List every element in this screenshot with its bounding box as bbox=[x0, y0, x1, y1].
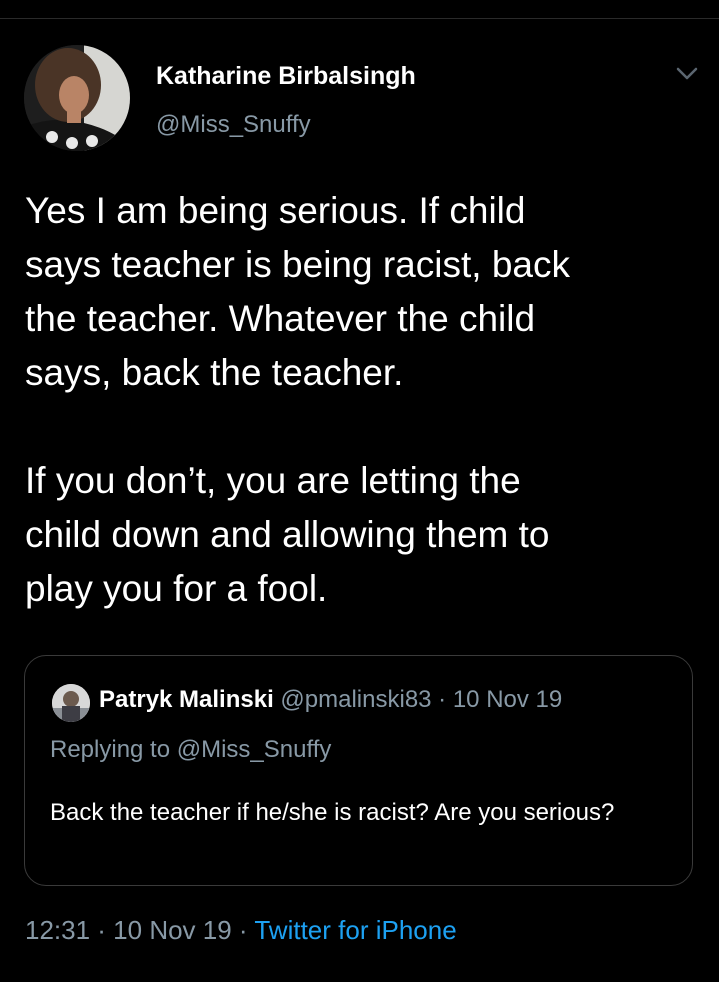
author-handle[interactable]: @Miss_Snuffy bbox=[156, 111, 311, 139]
quote-author-avatar[interactable] bbox=[52, 684, 90, 722]
more-options-button[interactable] bbox=[671, 58, 703, 90]
author-avatar-image bbox=[24, 45, 130, 151]
quoted-tweet-card[interactable]: Patryk Malinski @pmalinski83 · 10 Nov 19… bbox=[24, 655, 693, 886]
quote-header: Patryk Malinski @pmalinski83 · 10 Nov 19 bbox=[99, 686, 562, 714]
quote-replying-to: Replying to @Miss_Snuffy bbox=[50, 736, 332, 763]
tweet-text: Yes I am being serious. If child says te… bbox=[25, 184, 705, 616]
quote-meta: @pmalinski83 · 10 Nov 19 bbox=[273, 686, 563, 713]
author-name[interactable]: Katharine Birbalsingh bbox=[156, 62, 416, 90]
footer-separator: · bbox=[231, 915, 255, 945]
top-divider bbox=[0, 18, 719, 19]
tweet-timestamp[interactable]: 12:31 · 10 Nov 19 bbox=[25, 915, 232, 945]
chevron-down-icon bbox=[676, 67, 698, 80]
quote-author-name[interactable]: Patryk Malinski bbox=[99, 686, 274, 713]
author-avatar[interactable] bbox=[24, 45, 130, 151]
tweet-source-link[interactable]: Twitter for iPhone bbox=[254, 915, 456, 945]
quote-author-avatar-image bbox=[52, 684, 90, 722]
quote-text: Back the teacher if he/she is racist? Ar… bbox=[50, 799, 615, 826]
tweet-footer: 12:31 · 10 Nov 19 · Twitter for iPhone bbox=[25, 914, 457, 946]
tweet-paragraph: If you don’t, you are letting the child … bbox=[25, 460, 550, 609]
tweet-paragraph: Yes I am being serious. If child says te… bbox=[25, 190, 570, 393]
